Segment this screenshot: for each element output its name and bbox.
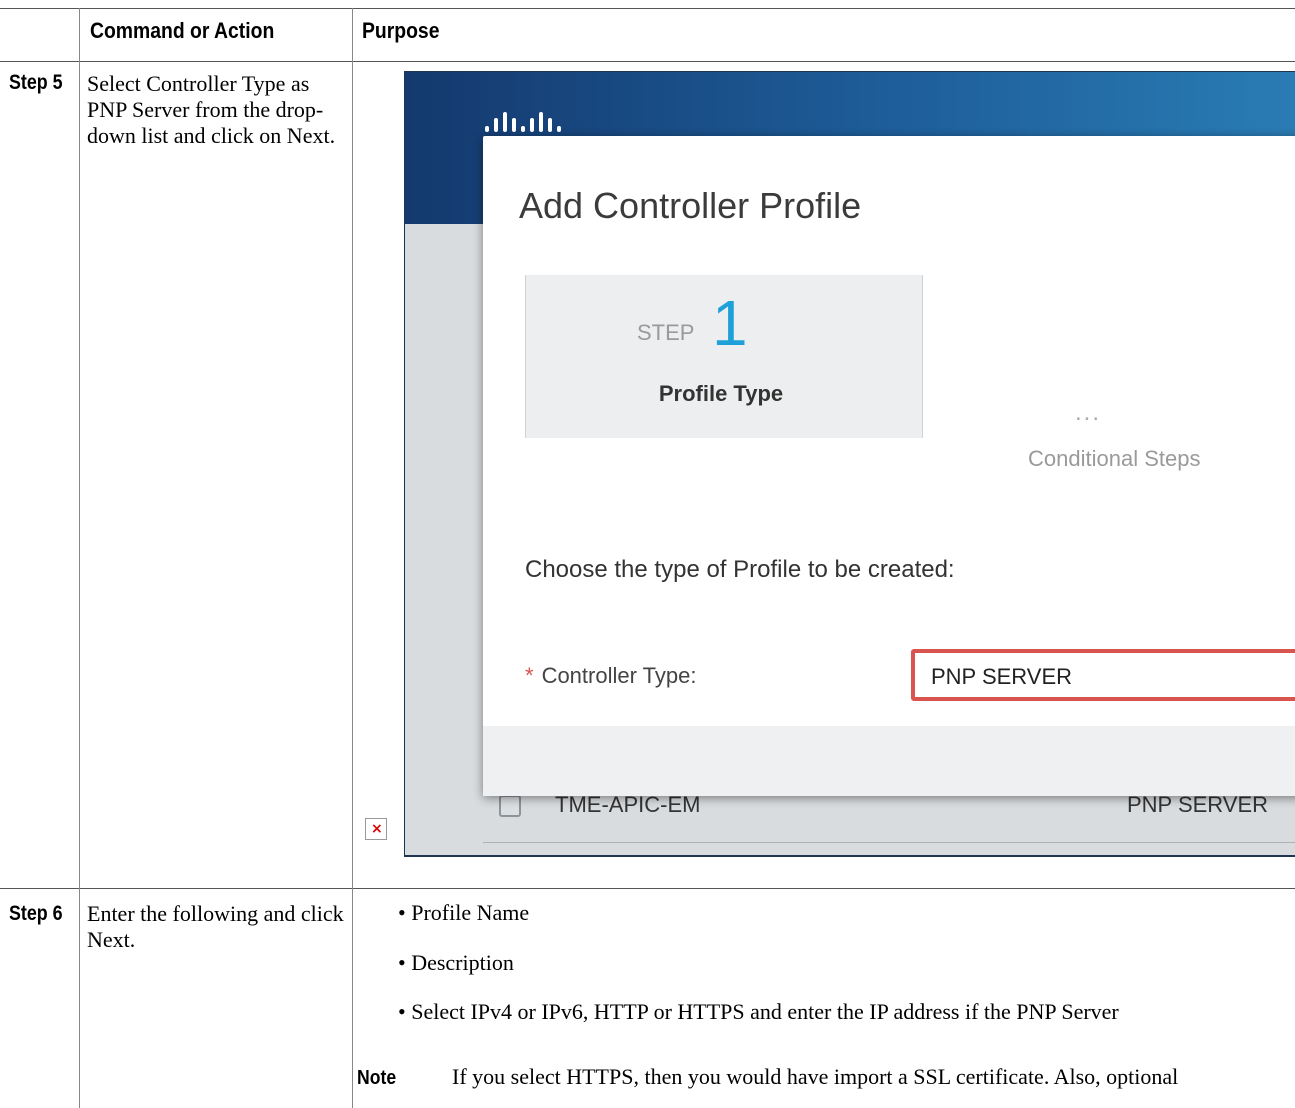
header-bottom-rule: [0, 61, 1295, 62]
bullet-ip-selection-text: Select IPv4 or IPv6, HTTP or HTTPS and e…: [411, 999, 1119, 1024]
add-controller-profile-dialog: Add Controller Profile STEP 1 Profile Ty…: [483, 136, 1295, 796]
bullet-description: • Description: [398, 950, 514, 975]
note-label: Note: [357, 1067, 397, 1089]
controller-type-value: PNP SERVER: [931, 664, 1073, 689]
step-1-indicator[interactable]: STEP 1 Profile Type: [525, 275, 923, 438]
controller-type-label: * Controller Type:: [525, 663, 696, 689]
column-divider-1: [79, 8, 80, 1108]
next-step-dots: ...: [1075, 399, 1102, 426]
step-word: STEP: [637, 320, 695, 345]
step-number: 1: [712, 287, 748, 359]
column-divider-2: [352, 8, 353, 1108]
step-6-action: Enter the following and click Next.: [87, 901, 344, 952]
dialog-title: Add Controller Profile: [519, 185, 862, 226]
conditional-steps-label[interactable]: Conditional Steps: [1028, 446, 1200, 472]
step-name: Profile Type: [658, 381, 784, 406]
required-asterisk: *: [525, 663, 534, 688]
note-text: If you select HTTPS, then you would have…: [452, 1064, 1179, 1089]
table-top-rule: [0, 8, 1295, 9]
row-checkbox[interactable]: [499, 795, 521, 817]
header-command-or-action: Command or Action: [90, 18, 275, 43]
step-5-action: Select Controller Type as PNP Server fro…: [87, 71, 336, 148]
bullet-profile-name: • Profile Name: [398, 900, 530, 925]
step-5-label: Step 5: [9, 71, 63, 94]
broken-image-glyph: ×: [371, 821, 383, 837]
choose-profile-text: Choose the type of Profile to be created…: [525, 556, 955, 583]
cisco-logo-icon: [485, 112, 566, 132]
bullet-description-text: Description: [411, 950, 514, 975]
row-divider: [0, 888, 1295, 889]
embedded-screenshot: TME-APIC-EM PNP SERVER Add Controller Pr…: [404, 71, 1295, 857]
bullet-profile-name-text: Profile Name: [411, 900, 530, 925]
controller-type-label-text: Controller Type:: [541, 663, 697, 688]
background-row-divider: [483, 842, 1295, 843]
dialog-footer: [483, 726, 1295, 796]
broken-image-icon: ×: [365, 818, 387, 840]
controller-type-select[interactable]: PNP SERVER: [911, 649, 1295, 701]
bullet-ip-selection: • Select IPv4 or IPv6, HTTP or HTTPS and…: [398, 999, 1119, 1024]
step-6-label: Step 6: [9, 902, 63, 925]
header-purpose: Purpose: [362, 18, 440, 43]
